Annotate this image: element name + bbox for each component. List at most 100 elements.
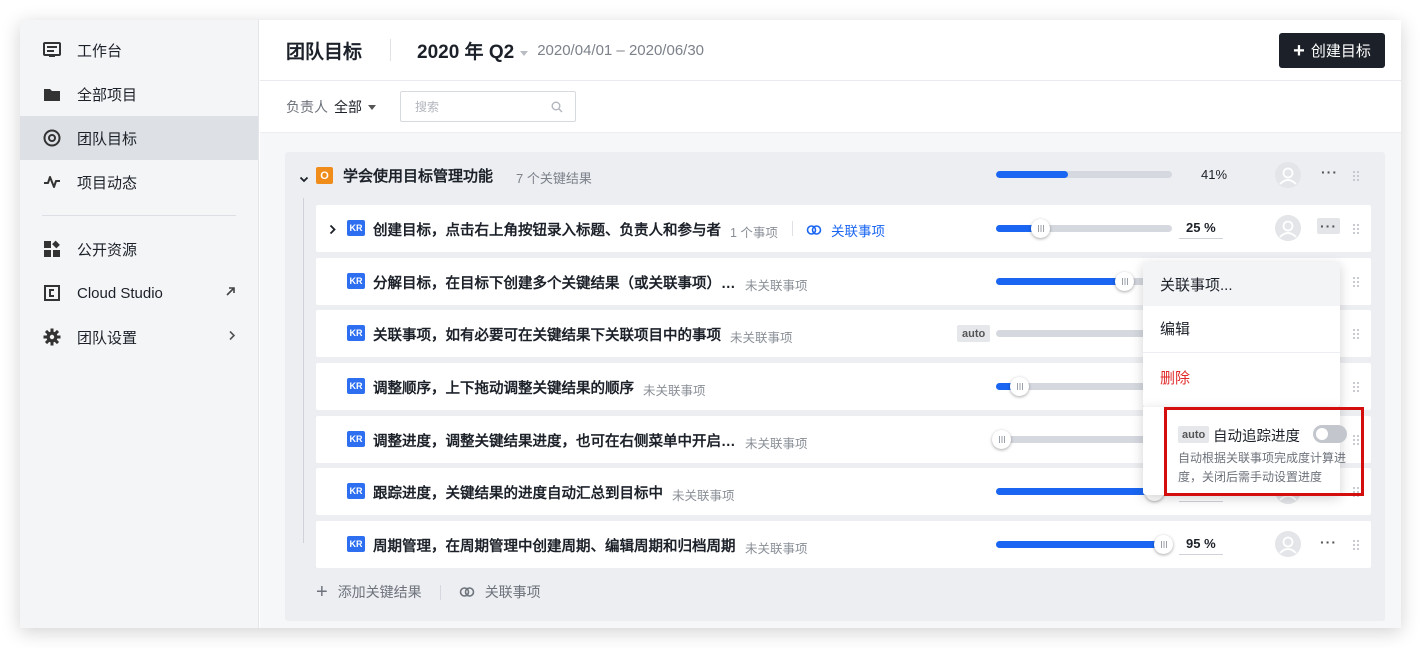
auto-track-toggle[interactable] — [1313, 425, 1347, 443]
link-icon — [806, 223, 822, 237]
meta-divider — [792, 221, 793, 236]
tree-connector — [303, 198, 304, 543]
period-label: 2020 年 Q2 — [417, 41, 515, 63]
progress-slider-thumb[interactable] — [992, 430, 1011, 449]
sidebar-item-label: 工作台 — [77, 42, 123, 60]
sidebar-item-team-goals[interactable]: 团队目标 — [20, 116, 258, 160]
drag-handle-icon[interactable] — [1352, 169, 1360, 182]
sidebar-item-resources[interactable]: 公开资源 — [20, 227, 258, 271]
menu-item-link[interactable]: 关联事项... — [1143, 262, 1340, 306]
owner-filter-dropdown[interactable]: 全部 — [328, 97, 376, 117]
plus-icon: + — [1293, 39, 1305, 62]
sidebar-item-workbench[interactable]: 工作台 — [20, 28, 258, 72]
key-result-progress-fill — [996, 278, 1124, 285]
key-result-progress-bar[interactable] — [996, 219, 1172, 238]
key-result-meta: 1 个事项 — [730, 226, 778, 240]
drag-handle-icon[interactable] — [1352, 327, 1360, 340]
key-result-badge: KR — [347, 536, 365, 552]
cloud-studio-icon — [42, 283, 62, 303]
auto-tag: auto — [1178, 426, 1210, 443]
key-result-meta: 未关联事项 — [745, 437, 808, 451]
key-result-meta: 未关联事项 — [730, 331, 793, 345]
more-icon[interactable]: ··· — [1321, 164, 1338, 180]
footer-link-label: 关联事项 — [484, 584, 541, 600]
link-items-button[interactable]: 关联事项 — [806, 220, 885, 240]
key-result-badge: KR — [347, 220, 365, 236]
auto-track-title: 自动追踪进度 — [1213, 429, 1300, 445]
key-result-meta: 未关联事项 — [672, 489, 735, 503]
avatar[interactable] — [1275, 531, 1301, 557]
sidebar-item-label: 团队设置 — [77, 329, 138, 347]
owner-filter-label: 负责人 — [286, 98, 328, 115]
menu-item-edit[interactable]: 编辑 — [1143, 306, 1340, 350]
resources-icon — [42, 239, 62, 259]
menu-item-delete[interactable]: 删除 — [1143, 355, 1340, 399]
key-result-badge: KR — [347, 378, 365, 394]
key-result-badge: KR — [347, 325, 365, 341]
key-result-progress-bar[interactable] — [996, 535, 1173, 554]
create-goal-button[interactable]: + 创建目标 — [1279, 33, 1385, 68]
progress-slider-thumb[interactable] — [1031, 219, 1050, 238]
sidebar-item-cloud-studio[interactable]: Cloud Studio — [20, 271, 258, 315]
auto-tag: auto — [957, 325, 991, 342]
drag-handle-icon[interactable] — [1352, 380, 1360, 393]
progress-slider-thumb[interactable] — [1154, 535, 1173, 554]
more-icon[interactable]: ··· — [1320, 534, 1337, 550]
objective-kr-count: 7 个关键结果 — [516, 171, 592, 186]
more-icon[interactable]: ··· — [1317, 218, 1340, 234]
key-result-title: 关联事项，如有必要可在关键结果下关联项目中的事项 — [373, 328, 721, 344]
sidebar-item-activity[interactable]: 项目动态 — [20, 160, 258, 204]
caret-down-icon — [520, 50, 529, 56]
plus-icon: + — [316, 581, 328, 603]
sidebar-divider — [42, 215, 236, 216]
add-key-result-button[interactable]: + 添加关键结果 — [316, 582, 422, 602]
key-result-title: 调整顺序，上下拖动调整关键结果的顺序 — [373, 381, 634, 397]
footer-divider — [439, 584, 441, 600]
filter-bar: 负责人 全部 — [260, 81, 1401, 133]
chevron-right-icon[interactable] — [329, 222, 336, 240]
caret-down-icon — [368, 104, 376, 110]
sidebar-item-team-settings[interactable]: 团队设置 — [20, 315, 258, 359]
menu-divider — [1143, 352, 1340, 353]
key-result-badge: KR — [347, 273, 365, 289]
workbench-icon — [42, 40, 62, 60]
gear-icon — [42, 327, 62, 347]
key-result-row[interactable]: KR 创建目标，点击右上角按钮录入标题、负责人和参与者 1 个事项 关联事项 25 % ·… — [316, 205, 1371, 252]
drag-handle-icon[interactable] — [1352, 538, 1360, 551]
key-result-row[interactable]: KR 周期管理，在周期管理中创建周期、编辑周期和归档周期 未关联事项 95 % ··· — [316, 521, 1371, 568]
avatar[interactable] — [1275, 162, 1301, 188]
key-result-progress-input[interactable]: 95 % — [1179, 536, 1223, 555]
avatar[interactable] — [1275, 215, 1301, 241]
objective-title: 学会使用目标管理功能 — [343, 168, 494, 185]
owner-filter-value: 全部 — [334, 98, 362, 115]
sidebar-item-label: 公开资源 — [77, 241, 138, 259]
key-result-meta: 未关联事项 — [745, 542, 808, 556]
progress-slider-thumb[interactable] — [1010, 377, 1029, 396]
key-result-meta: 未关联事项 — [745, 279, 808, 293]
objective-badge: O — [316, 167, 333, 184]
key-result-badge: KR — [347, 431, 365, 447]
sidebar-item-projects[interactable]: 全部项目 — [20, 72, 258, 116]
search-box[interactable] — [400, 91, 576, 122]
auto-track-section: auto 自动追踪进度 自动根据关联事项完成度计算进度，关闭后需手动设置进度 — [1164, 407, 1364, 496]
header-divider — [390, 39, 392, 61]
period-selector[interactable]: 2020 年 Q2 — [417, 37, 537, 64]
objective-row[interactable]: O 学会使用目标管理功能 7 个关键结果 41% ··· — [285, 152, 1385, 198]
search-input[interactable] — [415, 99, 545, 114]
date-range: 2020/04/01 – 2020/06/30 — [537, 41, 705, 59]
drag-handle-icon[interactable] — [1352, 275, 1360, 288]
sidebar-item-label: 团队目标 — [77, 130, 138, 148]
chevron-down-icon[interactable] — [299, 170, 309, 188]
footer-link-button[interactable]: 关联事项 — [459, 582, 541, 602]
key-result-meta: 未关联事项 — [643, 384, 706, 398]
progress-slider-thumb[interactable] — [1115, 272, 1134, 291]
key-result-progress-fill — [996, 488, 1154, 495]
drag-handle-icon[interactable] — [1352, 222, 1360, 235]
key-result-title: 创建目标，点击右上角按钮录入标题、负责人和参与者 — [373, 223, 721, 239]
activity-icon — [42, 172, 62, 192]
page-title: 团队目标 — [286, 41, 363, 63]
external-link-icon — [225, 285, 236, 300]
key-result-progress-input[interactable]: 25 % — [1179, 220, 1223, 239]
chevron-right-icon — [228, 329, 236, 344]
link-items-label: 关联事项 — [831, 224, 885, 239]
